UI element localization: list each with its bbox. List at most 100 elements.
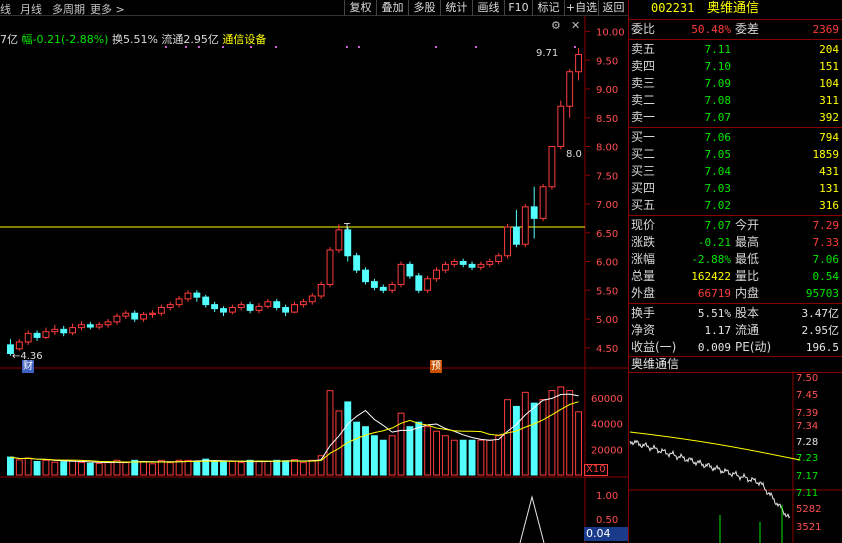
volume-bar bbox=[86, 462, 94, 476]
stat-row-value: 66719 bbox=[697, 287, 731, 300]
candle-body bbox=[33, 332, 41, 338]
vol-ma10-line bbox=[10, 401, 579, 463]
stat-row-label: 涨幅 bbox=[631, 252, 656, 266]
stock-code: 002231 bbox=[651, 1, 695, 15]
candle-body bbox=[530, 206, 538, 219]
volume-bar bbox=[69, 460, 77, 476]
signal-dot bbox=[185, 46, 187, 48]
fund-row: 收益(一) 0.009 PE(动) 196.5 bbox=[629, 339, 842, 356]
volume-bar bbox=[60, 461, 68, 476]
y-tick-label: 8.50 bbox=[596, 114, 618, 125]
signal-dot bbox=[222, 46, 224, 48]
candle-body bbox=[512, 226, 520, 245]
stat-row: 现价 7.07 今开 7.29 bbox=[629, 217, 842, 234]
signal-dot bbox=[435, 46, 437, 48]
stat-row-value: -0.21 bbox=[697, 236, 731, 249]
buy-row: 买五 7.02 316 bbox=[629, 197, 842, 214]
candle-body bbox=[193, 292, 201, 298]
candle-body bbox=[131, 312, 139, 320]
candle-body bbox=[317, 284, 325, 297]
y-tick-label: 5.50 bbox=[596, 286, 618, 297]
volume-bar bbox=[450, 439, 458, 476]
candle-body bbox=[486, 261, 494, 265]
stat-row: 外盘 66719 内盘 95703 bbox=[629, 285, 842, 302]
buy-row: 买四 7.03 131 bbox=[629, 180, 842, 197]
volume-bar bbox=[575, 411, 582, 476]
candle-body bbox=[255, 305, 263, 311]
candle-body bbox=[326, 249, 334, 285]
buy-row-value: 7.05 bbox=[704, 148, 732, 161]
sell-row-value2: 392 bbox=[819, 111, 839, 124]
candle-body bbox=[379, 286, 387, 291]
volume-bar bbox=[220, 461, 227, 476]
candle-body bbox=[424, 278, 432, 291]
candle-body bbox=[51, 328, 59, 333]
y-tick-label: 4.50 bbox=[596, 344, 618, 355]
volume-bar bbox=[7, 456, 14, 476]
signal-dot bbox=[346, 46, 348, 48]
sell-row-label: 卖四 bbox=[631, 59, 656, 73]
sell-row-value: 7.09 bbox=[704, 77, 732, 90]
fund-row-label: 净资 bbox=[631, 323, 656, 337]
volume-bar bbox=[486, 439, 494, 476]
volume-bars: 60000 40000 20000 bbox=[7, 386, 623, 476]
stat-row-label2: 最低 bbox=[735, 252, 760, 266]
stat-row-label2: 最高 bbox=[735, 235, 760, 249]
stat-row-label2: 内盘 bbox=[735, 286, 760, 300]
weibi-row-label2: 委差 bbox=[735, 22, 760, 36]
candle-body bbox=[149, 312, 156, 315]
fund-row: 净资 1.17 流通 2.95亿 bbox=[629, 322, 842, 339]
candle-body bbox=[15, 341, 23, 350]
signal-dot bbox=[250, 46, 252, 48]
candle-body bbox=[539, 186, 547, 219]
buy-row-label: 买三 bbox=[631, 164, 656, 178]
candle-body bbox=[24, 332, 32, 343]
buy-row-value2: 431 bbox=[819, 165, 839, 178]
weibi-row: 委比 50.48% 委差 2369 bbox=[629, 21, 842, 38]
candle-body bbox=[335, 229, 343, 251]
volume-bar bbox=[477, 439, 485, 476]
candle-body bbox=[353, 255, 361, 271]
candle-body bbox=[42, 331, 50, 338]
fund-row-value: 0.009 bbox=[697, 341, 731, 354]
buy-row-value2: 316 bbox=[819, 199, 839, 212]
volume-bar bbox=[415, 421, 423, 476]
candle-body bbox=[211, 304, 219, 310]
stat-row: 总量 162422 量比 0.54 bbox=[629, 268, 842, 285]
volume-bar bbox=[15, 459, 23, 476]
tag-t: T bbox=[344, 222, 351, 233]
y-tick-label: 10.00 bbox=[596, 28, 625, 39]
y-tick-label: 7.00 bbox=[596, 200, 618, 211]
signal-dot bbox=[165, 46, 167, 48]
volume-bar bbox=[228, 460, 236, 476]
candle-body bbox=[459, 261, 467, 265]
volume-bar bbox=[42, 459, 50, 476]
y-tick-label: 7.50 bbox=[596, 171, 618, 182]
sell-row-value: 7.08 bbox=[704, 94, 732, 107]
intraday-title: 奥维通信 bbox=[631, 357, 680, 371]
candle-body bbox=[521, 206, 529, 245]
buy-row-label: 买四 bbox=[631, 181, 656, 195]
candle-body bbox=[104, 321, 112, 326]
sell-row-value: 7.11 bbox=[704, 43, 732, 56]
tag-yu: 预 bbox=[430, 360, 442, 373]
vol-ma5-line bbox=[10, 393, 579, 463]
quote-panel: 002231 奥维通信 委比 50.48% 委差 2369 卖五 7.11 204 卖四 7.1… bbox=[628, 0, 842, 543]
buy-row-value2: 131 bbox=[819, 182, 839, 195]
stat-row: 涨跌 -0.21 最高 7.33 bbox=[629, 234, 842, 251]
candle-body bbox=[450, 261, 458, 265]
sell-row-value2: 204 bbox=[819, 43, 839, 56]
sell-row-label: 卖五 bbox=[631, 42, 656, 56]
volume-bar bbox=[370, 435, 378, 476]
sell-row-value: 7.10 bbox=[704, 60, 732, 73]
vol-tick-label: 60000 bbox=[591, 394, 623, 405]
sell-row-value2: 311 bbox=[819, 94, 839, 107]
indicator-spike bbox=[519, 495, 545, 543]
indicator-value: 0.04 bbox=[584, 527, 628, 541]
candle-body bbox=[575, 54, 582, 73]
vol-tick-label: 20000 bbox=[591, 445, 623, 456]
y-tick-label: 6.00 bbox=[596, 258, 618, 269]
y-tick-label: 5.00 bbox=[596, 315, 618, 326]
signal-dot bbox=[574, 46, 576, 48]
candle-body bbox=[202, 296, 210, 306]
